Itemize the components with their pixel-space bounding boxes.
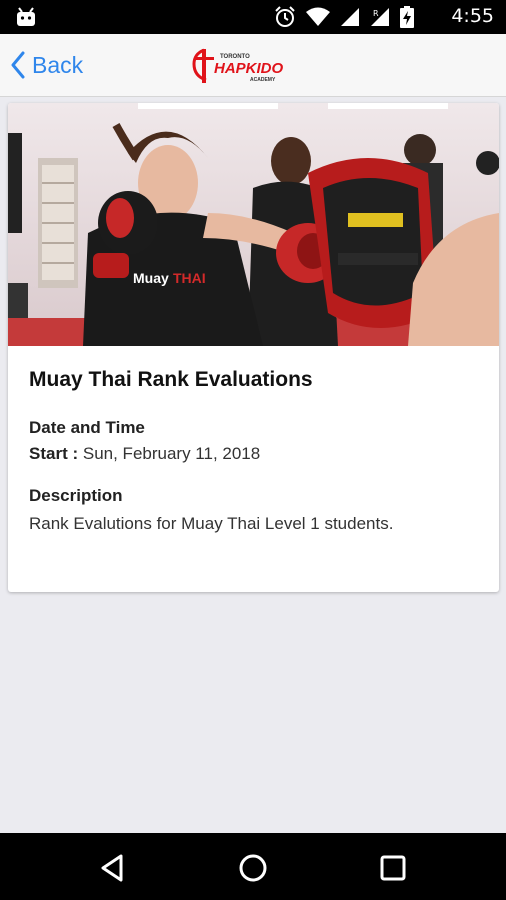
back-triangle-icon[interactable]	[96, 851, 130, 885]
recents-square-icon[interactable]	[376, 851, 410, 885]
date-time-heading: Date and Time	[29, 418, 145, 437]
logo-main-text: HAPKIDO	[214, 60, 284, 77]
svg-text:THAI: THAI	[173, 270, 206, 286]
home-circle-icon[interactable]	[236, 851, 270, 885]
status-time: 4:55	[451, 5, 494, 27]
battery-charging-icon	[400, 6, 414, 28]
chevron-left-icon	[11, 51, 25, 79]
event-details: Muay Thai Rank Evaluations Date and Time…	[29, 368, 481, 534]
status-bar: R 4:55	[0, 0, 506, 34]
wifi-icon	[306, 7, 330, 26]
description-text: Rank Evalutions for Muay Thai Level 1 st…	[29, 514, 394, 533]
event-title: Muay Thai Rank Evaluations	[29, 368, 313, 391]
svg-text:Muay: Muay	[133, 270, 169, 286]
logo-bottom-text: ACADEMY	[250, 77, 276, 83]
event-card: Muay THAI Muay Thai Rank Evaluations Dat…	[8, 103, 499, 592]
svg-text:R: R	[373, 9, 379, 18]
hapkido-logo: TORONTO HAPKIDO ACADEMY	[192, 48, 284, 83]
system-navigation-bar	[0, 833, 506, 900]
signal-icon	[341, 8, 359, 26]
navigation-bar: Back TORONTO HAPKIDO ACADEMY	[0, 34, 506, 97]
android-icon	[17, 7, 35, 26]
start-label: Start :	[29, 444, 79, 463]
event-image: Muay THAI	[8, 103, 499, 346]
signal-r-icon: R	[371, 8, 389, 26]
start-line: Start : Sun, February 11, 2018	[29, 444, 481, 464]
alarm-icon	[275, 6, 295, 27]
start-value: Sun, February 11, 2018	[82, 444, 261, 463]
back-button[interactable]: Back	[10, 48, 83, 82]
description-heading: Description	[29, 486, 123, 505]
back-label: Back	[32, 51, 84, 78]
